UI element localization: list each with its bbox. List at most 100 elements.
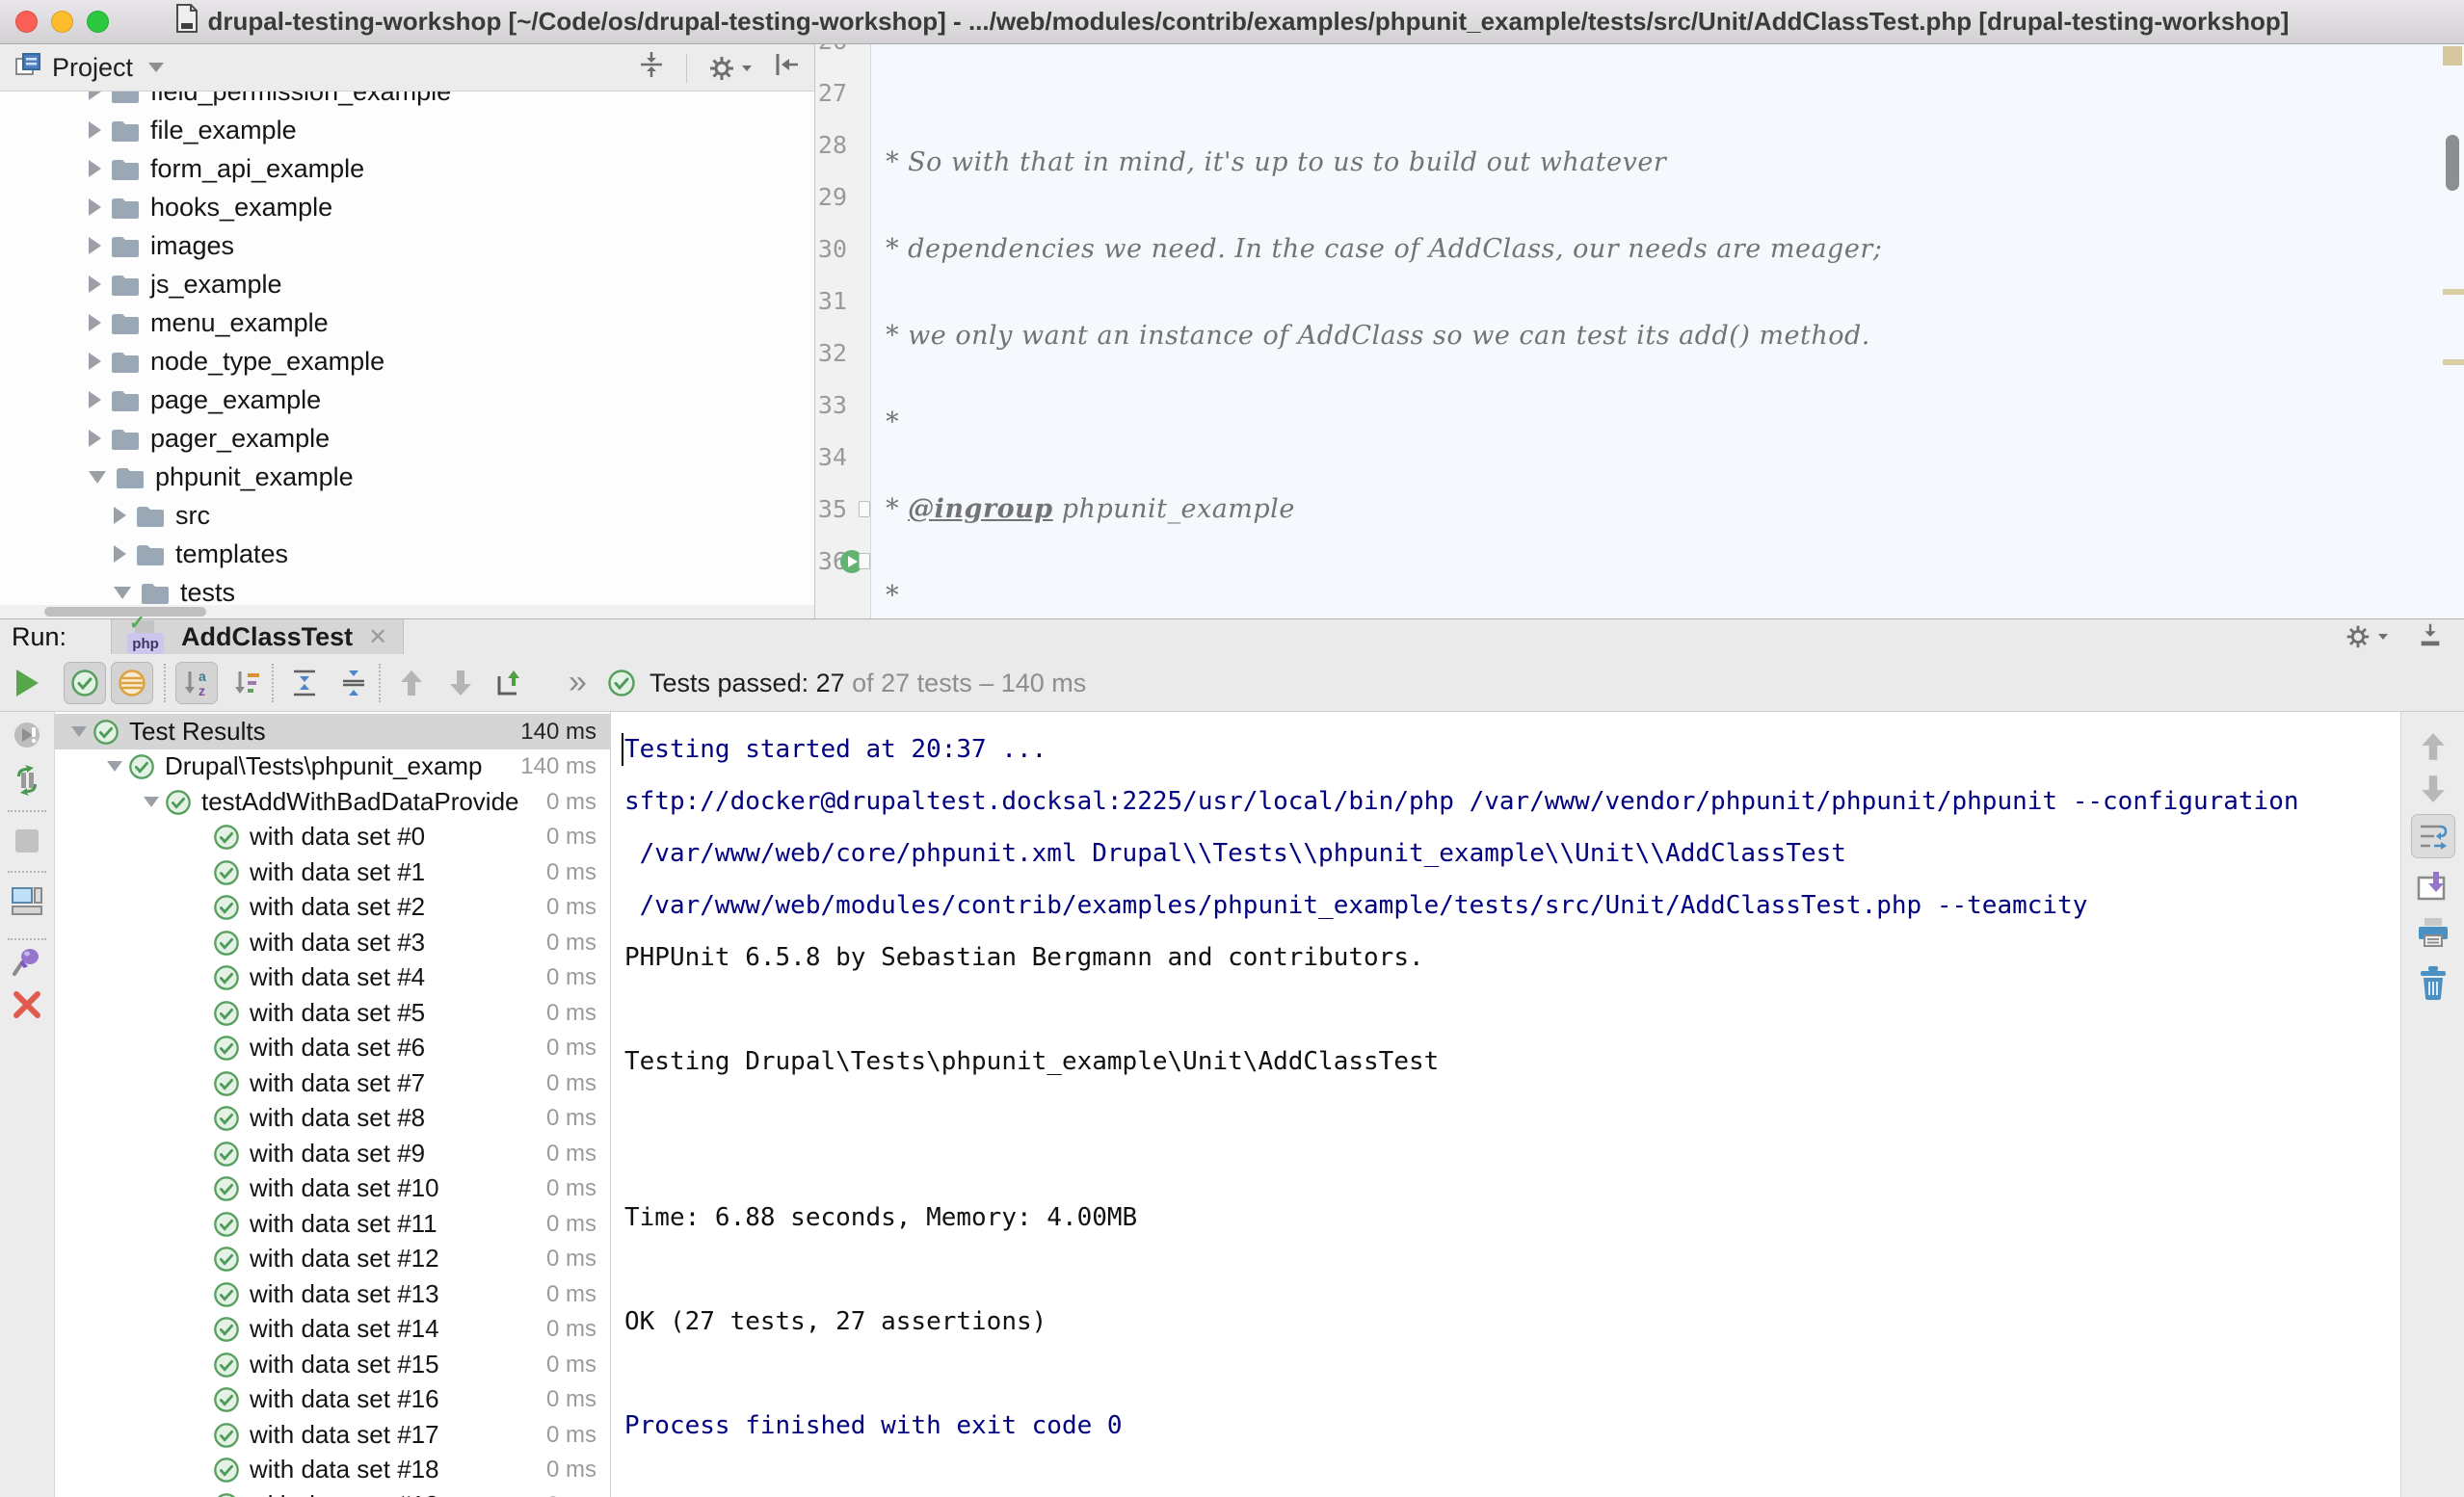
tree-item-src[interactable]: src (0, 496, 814, 535)
next-occurrence-button[interactable] (439, 662, 482, 704)
chevron-right-icon[interactable] (89, 276, 101, 293)
code-editor[interactable]: 26 27 28 29 30 31 32 33 34 35 36 * So wi… (815, 44, 2464, 618)
collapse-all-icon[interactable] (636, 49, 667, 87)
show-ignored-toggle[interactable] (111, 662, 153, 704)
soft-wrap-toggle[interactable] (2411, 814, 2455, 858)
close-icon[interactable] (12, 989, 42, 1025)
tree-item-form-api-example[interactable]: form_api_example (0, 149, 814, 188)
chevron-down-icon[interactable] (71, 726, 87, 737)
project-view-dropdown-icon[interactable] (148, 63, 164, 72)
test-passed-icon (213, 894, 240, 921)
chevron-right-icon[interactable] (114, 545, 126, 563)
tree-item-menu-example[interactable]: menu_example (0, 303, 814, 342)
editor-scrollbar-thumb[interactable] (2446, 135, 2459, 191)
test-case-row[interactable]: with data set #00 ms (55, 819, 610, 854)
expand-all-button[interactable] (283, 662, 326, 704)
test-case-row[interactable]: with data set #170 ms (55, 1417, 610, 1453)
test-case-row[interactable]: with data set #60 ms (55, 1030, 610, 1065)
chevron-right-icon[interactable] (89, 92, 101, 100)
scroll-to-end-icon[interactable] (2417, 870, 2450, 907)
chevron-right-icon[interactable] (89, 160, 101, 177)
test-case-row[interactable]: with data set #70 ms (55, 1065, 610, 1101)
tree-item-images[interactable]: images (0, 226, 814, 265)
stop-icon[interactable] (13, 827, 40, 859)
editor-error-stripe[interactable] (2441, 44, 2464, 618)
editor-text-area[interactable]: * So with that in mind, it's up to us to… (871, 44, 2464, 618)
chevron-down-icon[interactable] (114, 587, 131, 599)
test-method-row[interactable]: testAddWithBadDataProvide 0 ms (55, 784, 610, 820)
rerun-failed-tests-icon[interactable] (13, 721, 41, 754)
tree-item-page-example[interactable]: page_example (0, 381, 814, 419)
chevron-right-icon[interactable] (89, 198, 101, 216)
test-case-row[interactable]: with data set #120 ms (55, 1241, 610, 1276)
test-case-row[interactable]: with data set #160 ms (55, 1381, 610, 1417)
sort-alphabetically-toggle[interactable]: az (175, 662, 218, 704)
restore-layout-icon[interactable] (11, 885, 43, 923)
up-stack-trace-icon[interactable] (2420, 731, 2447, 767)
tree-item-pager-example[interactable]: pager_example (0, 419, 814, 458)
chevron-right-icon[interactable] (89, 314, 101, 331)
tree-item-phpunit-example[interactable]: phpunit_example (0, 458, 814, 496)
previous-occurrence-button[interactable] (390, 662, 433, 704)
test-case-row[interactable]: with data set #100 ms (55, 1170, 610, 1206)
test-case-row[interactable]: with data set #50 ms (55, 995, 610, 1031)
test-case-row[interactable]: with data set #20 ms (55, 889, 610, 925)
test-case-row[interactable]: with data set #10 ms (55, 854, 610, 890)
test-case-row[interactable]: with data set #180 ms (55, 1452, 610, 1487)
tree-item-js-example[interactable]: js_example (0, 265, 814, 303)
chevron-right-icon[interactable] (89, 237, 101, 254)
chevron-down-icon[interactable] (89, 471, 106, 484)
tree-item-node-type-example[interactable]: node_type_example (0, 342, 814, 381)
rerun-button[interactable] (6, 662, 48, 704)
tree-item-field-permission-example[interactable]: field_permission_example (0, 92, 814, 111)
import-test-results-button[interactable] (489, 662, 531, 704)
fold-marker-icon[interactable] (859, 553, 870, 569)
minimize-window-button[interactable] (51, 11, 73, 33)
chevron-right-icon[interactable] (114, 507, 126, 524)
tree-item-hooks-example[interactable]: hooks_example (0, 188, 814, 226)
header-divider (686, 54, 687, 83)
tree-item-templates[interactable]: templates (0, 535, 814, 573)
test-case-row[interactable]: with data set #130 ms (55, 1276, 610, 1312)
test-console-output[interactable]: Testing started at 20:37 ... sftp://dock… (611, 712, 2400, 1497)
gear-icon[interactable] (706, 53, 753, 84)
test-case-row[interactable]: with data set #80 ms (55, 1100, 610, 1136)
fold-marker-icon[interactable] (859, 501, 870, 517)
chevron-down-icon[interactable] (144, 797, 159, 807)
collapse-all-button[interactable] (332, 662, 375, 704)
test-results-tree[interactable]: Test Results 140 ms Drupal\Tests\phpunit… (55, 712, 611, 1497)
gear-icon[interactable] (2344, 622, 2389, 651)
test-case-row[interactable]: with data set #90 ms (55, 1136, 610, 1171)
sort-by-duration-button[interactable] (225, 662, 268, 704)
pin-tab-icon[interactable] (11, 945, 43, 983)
tree-item-file-example[interactable]: file_example (0, 111, 814, 149)
chevron-right-icon[interactable] (89, 353, 101, 370)
test-case-row[interactable]: with data set #140 ms (55, 1311, 610, 1347)
hide-panel-icon[interactable] (772, 49, 803, 87)
chevron-down-icon[interactable] (107, 761, 122, 772)
run-tab-addclasstest[interactable]: ✓ php AddClassTest ✕ (111, 619, 404, 654)
close-icon[interactable]: ✕ (368, 623, 387, 651)
test-case-row[interactable]: with data set #190 ms (55, 1487, 610, 1497)
toggle-auto-test-icon[interactable] (11, 764, 43, 801)
zoom-window-button[interactable] (87, 11, 109, 33)
test-case-row[interactable]: with data set #150 ms (55, 1347, 610, 1382)
hide-panel-icon[interactable] (2416, 620, 2445, 654)
scrollbar-thumb[interactable] (44, 607, 206, 617)
test-case-row[interactable]: with data set #110 ms (55, 1206, 610, 1242)
close-window-button[interactable] (15, 11, 38, 33)
test-case-row[interactable]: with data set #40 ms (55, 959, 610, 995)
chevron-double-right-icon[interactable]: » (569, 654, 587, 712)
down-stack-trace-icon[interactable] (2420, 774, 2447, 809)
test-results-root-row[interactable]: Test Results 140 ms (55, 714, 610, 749)
print-icon[interactable] (2417, 916, 2450, 954)
horizontal-scrollbar[interactable] (0, 605, 814, 618)
chevron-right-icon[interactable] (89, 121, 101, 139)
folder-icon (141, 581, 170, 605)
chevron-right-icon[interactable] (89, 391, 101, 408)
chevron-right-icon[interactable] (89, 430, 101, 447)
clear-all-icon[interactable] (2417, 964, 2450, 1006)
test-suite-row[interactable]: Drupal\Tests\phpunit_examp 140 ms (55, 748, 610, 784)
test-case-row[interactable]: with data set #30 ms (55, 925, 610, 960)
show-passed-toggle[interactable] (64, 662, 106, 704)
